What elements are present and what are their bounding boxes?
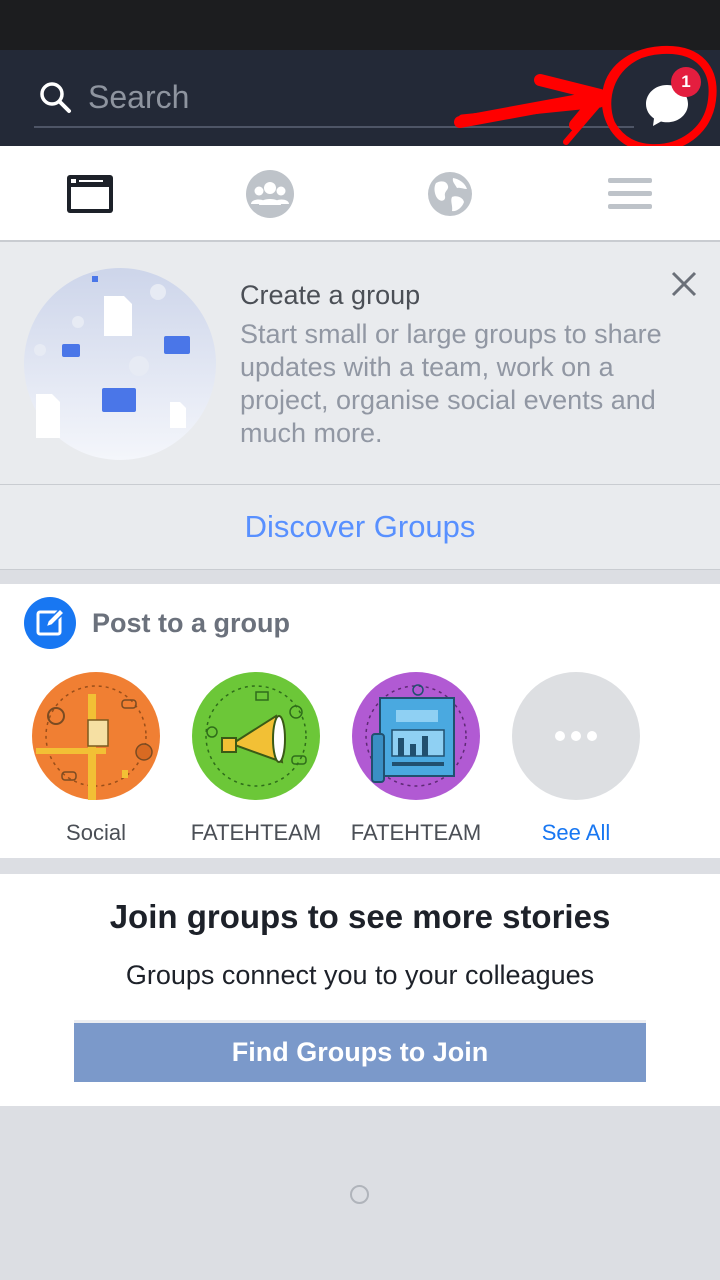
- groups-illustration: [24, 268, 216, 460]
- tab-bar: [0, 146, 720, 242]
- group-label: FATEHTEAM: [190, 820, 322, 845]
- tab-feed[interactable]: [0, 146, 180, 242]
- join-groups-title: Join groups to see more stories: [109, 898, 611, 935]
- loading-indicator: [350, 1185, 369, 1204]
- find-groups-button[interactable]: Find Groups to Join: [74, 1020, 646, 1082]
- group-item-fatehteam-1[interactable]: FATEHTEAM: [176, 672, 336, 852]
- group-item-social[interactable]: Social: [16, 672, 176, 852]
- tab-groups[interactable]: [180, 146, 360, 242]
- group-item-fatehteam-2[interactable]: FATEHTEAM: [336, 672, 496, 852]
- social-illustration: [32, 672, 160, 800]
- news-illustration: [352, 672, 480, 800]
- create-group-card: Create a group Start small or large grou…: [0, 242, 720, 484]
- tab-menu[interactable]: [540, 146, 720, 242]
- hamburger-icon: [608, 178, 652, 209]
- see-all-label[interactable]: See All: [496, 820, 656, 846]
- feed-icon: [67, 175, 113, 213]
- see-all-groups-button[interactable]: See All: [496, 672, 656, 852]
- post-to-group-section: Post to a group Social FATEHTEAM FATEHTE…: [0, 584, 720, 858]
- compose-icon[interactable]: [24, 597, 76, 649]
- create-group-title: Create a group: [240, 280, 421, 310]
- globe-icon: [428, 172, 472, 216]
- message-count-badge: 1: [671, 67, 701, 97]
- tab-discover[interactable]: [360, 146, 540, 242]
- post-to-group-title: Post to a group: [92, 608, 290, 638]
- close-icon[interactable]: [668, 268, 700, 300]
- megaphone-illustration: [192, 672, 320, 800]
- group-label: FATEHTEAM: [350, 820, 482, 845]
- people-icon: [246, 170, 294, 218]
- top-bar: [0, 50, 720, 146]
- create-group-description: Start small or large groups to share upd…: [240, 319, 662, 448]
- join-groups-subtitle: Groups connect you to your colleagues: [125, 960, 595, 990]
- search-bar[interactable]: [34, 72, 634, 128]
- search-icon: [40, 82, 71, 113]
- group-label: Social: [66, 820, 126, 845]
- discover-groups-button[interactable]: Discover Groups: [0, 484, 720, 570]
- status-bar: [0, 0, 720, 50]
- discover-groups-label: Discover Groups: [244, 509, 476, 544]
- join-groups-section: Join groups to see more stories Groups c…: [0, 874, 720, 1106]
- search-input[interactable]: [88, 74, 588, 120]
- more-dots-icon: [512, 672, 640, 800]
